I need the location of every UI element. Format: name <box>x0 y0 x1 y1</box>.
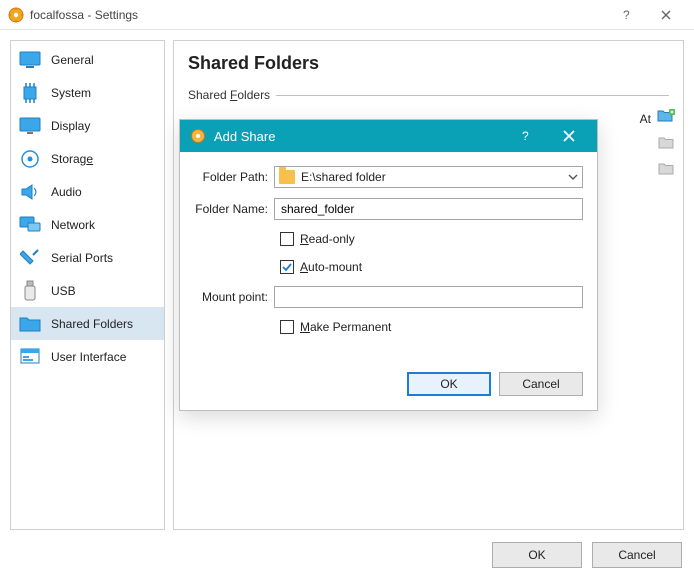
sidebar-item-label: Display <box>51 118 90 133</box>
settings-buttons: OK Cancel <box>492 542 682 568</box>
help-button[interactable]: ? <box>606 0 646 30</box>
sidebar-item-ui[interactable]: User Interface <box>11 340 164 373</box>
settings-sidebar: General System Display Storage Audio Net… <box>10 40 165 530</box>
label-read-only: Read-only <box>300 232 355 246</box>
dialog-title: Add Share <box>214 129 275 144</box>
sidebar-item-storage[interactable]: Storage <box>11 142 164 175</box>
svg-text:?: ? <box>623 8 630 22</box>
sidebar-item-label: Storage <box>51 151 93 166</box>
chip-icon <box>19 82 41 104</box>
display-icon <box>19 115 41 137</box>
chevron-down-icon <box>564 174 582 180</box>
sidebar-item-shared-folders[interactable]: Shared Folders <box>11 307 164 340</box>
window-title: focalfossa - Settings <box>30 8 138 22</box>
sidebar-item-label: System <box>51 85 91 100</box>
group-header: Shared Folders <box>174 84 683 104</box>
mount-point-input[interactable] <box>274 286 583 308</box>
sidebar-item-general[interactable]: General <box>11 43 164 76</box>
sidebar-item-usb[interactable]: USB <box>11 274 164 307</box>
dialog-close-button[interactable] <box>547 120 591 152</box>
folder-path-dropdown[interactable]: E:\shared folder <box>274 166 583 188</box>
group-label: Shared Folders <box>188 88 270 102</box>
checkbox-make-permanent[interactable] <box>280 320 294 334</box>
settings-cancel-button[interactable]: Cancel <box>592 542 682 568</box>
folder-icon <box>279 170 295 184</box>
sidebar-item-label: Network <box>51 217 95 232</box>
sidebar-item-label: Shared Folders <box>51 316 133 331</box>
dialog-help-button[interactable]: ? <box>503 120 547 152</box>
dialog-ok-button[interactable]: OK <box>407 372 491 396</box>
speaker-icon <box>19 181 41 203</box>
sidebar-item-serial[interactable]: Serial Ports <box>11 241 164 274</box>
label-make-permanent: Make Permanent <box>300 320 391 334</box>
add-share-dialog: Add Share ? Folder Path: E:\shared folde… <box>179 119 598 411</box>
folder-path-value: E:\shared folder <box>301 170 564 184</box>
close-button[interactable] <box>646 0 686 30</box>
gear-icon <box>190 128 206 144</box>
edit-folder-button[interactable] <box>656 132 676 152</box>
folder-actions-toolbar <box>651 104 681 178</box>
checkbox-read-only[interactable] <box>280 232 294 246</box>
usb-icon <box>19 280 41 302</box>
sidebar-item-label: General <box>51 52 94 67</box>
dialog-cancel-button[interactable]: Cancel <box>499 372 583 396</box>
sidebar-item-audio[interactable]: Audio <box>11 175 164 208</box>
settings-ok-button[interactable]: OK <box>492 542 582 568</box>
label-mount-point: Mount point: <box>194 290 274 304</box>
sidebar-item-label: USB <box>51 283 76 298</box>
sidebar-item-system[interactable]: System <box>11 76 164 109</box>
checkbox-auto-mount[interactable] <box>280 260 294 274</box>
sidebar-item-label: User Interface <box>51 349 126 364</box>
disk-icon <box>19 148 41 170</box>
label-folder-path: Folder Path: <box>194 170 274 184</box>
panel-header: Shared Folders <box>174 41 683 84</box>
panel-title: Shared Folders <box>188 53 669 74</box>
column-header-at: At <box>640 112 651 126</box>
add-folder-button[interactable] <box>656 106 676 126</box>
monitor-icon <box>19 49 41 71</box>
divider <box>276 95 669 96</box>
remove-folder-button[interactable] <box>656 158 676 178</box>
serial-icon <box>19 247 41 269</box>
label-folder-name: Folder Name: <box>194 202 274 216</box>
label-auto-mount: Auto-mount <box>300 260 362 274</box>
ui-icon <box>19 346 41 368</box>
app-icon <box>8 7 24 23</box>
sidebar-item-label: Serial Ports <box>51 250 113 265</box>
folder-icon <box>19 313 41 335</box>
sidebar-item-network[interactable]: Network <box>11 208 164 241</box>
dialog-buttons: OK Cancel <box>194 344 583 396</box>
folder-name-input[interactable] <box>274 198 583 220</box>
svg-text:?: ? <box>522 129 529 143</box>
sidebar-item-display[interactable]: Display <box>11 109 164 142</box>
window-titlebar: focalfossa - Settings ? <box>0 0 694 30</box>
sidebar-item-label: Audio <box>51 184 82 199</box>
network-icon <box>19 214 41 236</box>
dialog-titlebar: Add Share ? <box>180 120 597 152</box>
